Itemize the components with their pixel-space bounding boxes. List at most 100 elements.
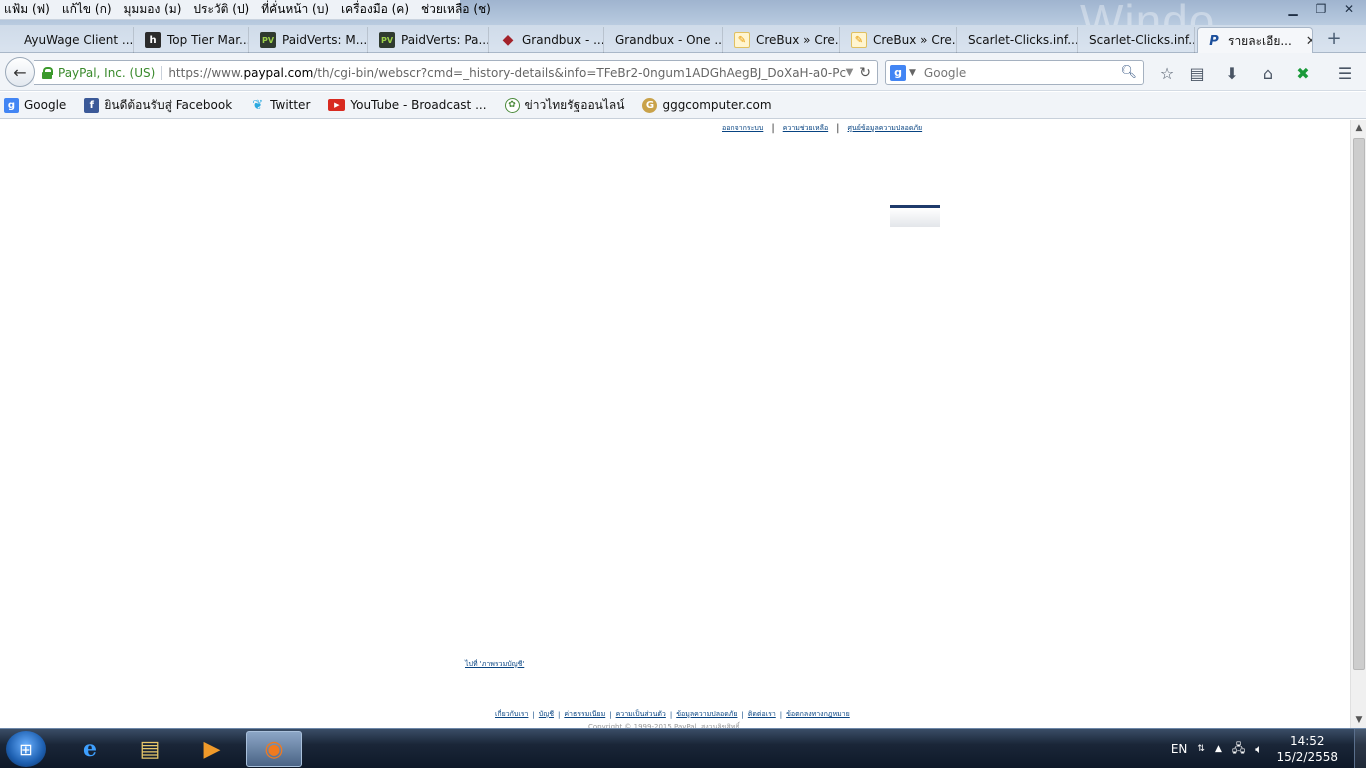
menu-history[interactable]: ประวัติ (ป) bbox=[193, 0, 249, 19]
scroll-up-arrow-icon[interactable]: ▲ bbox=[1351, 120, 1366, 136]
footer-legal-link[interactable]: ข้อตกลงทางกฎหมาย bbox=[786, 709, 850, 720]
google-search-engine-icon[interactable]: g bbox=[890, 64, 906, 81]
thairath-icon: ✿ bbox=[504, 97, 520, 113]
url-text[interactable]: https://www.paypal.com/th/cgi-bin/webscr… bbox=[168, 66, 845, 80]
network-icon[interactable]: 🖧︎ bbox=[1232, 739, 1245, 760]
footer-security-link[interactable]: ข้อมูลความปลอดภัย bbox=[676, 709, 737, 720]
tab-paidverts-1[interactable]: PV PaidVerts: M... bbox=[252, 27, 368, 53]
tab-grandbux-2[interactable]: Grandbux - One ... bbox=[607, 27, 723, 53]
help-link[interactable]: ความช่วยเหลือ bbox=[783, 123, 828, 134]
paypal-icon: P bbox=[1209, 33, 1219, 49]
menu-hamburger-icon[interactable]: ☰ bbox=[1334, 63, 1356, 83]
footer-account-link[interactable]: บัญชี bbox=[539, 709, 554, 720]
page-content: ออกจากระบบ | ความช่วยเหลือ | ศูนย์ข้อมูล… bbox=[0, 120, 1350, 731]
bookmark-label: Google bbox=[24, 98, 67, 112]
account-overview-link[interactable]: ไปที่ 'ภาพรวมบัญชี' bbox=[465, 659, 524, 670]
tab-crebux-2[interactable]: ✎ CreBux » Cre... bbox=[843, 27, 957, 53]
site-identity[interactable]: PayPal, Inc. (US) bbox=[58, 65, 163, 80]
tab-label: CreBux » Cre... bbox=[873, 33, 957, 47]
bookmark-gggcomputer[interactable]: G gggcomputer.com bbox=[642, 97, 772, 113]
navigation-toolbar: PayPal, Inc. (US) https://www.paypal.com… bbox=[0, 53, 1366, 91]
tab-grandbux-1[interactable]: ◆ Grandbux - ... bbox=[492, 27, 604, 53]
back-arrow-icon: ← bbox=[13, 62, 27, 82]
bookmark-twitter[interactable]: ❦ Twitter bbox=[250, 98, 310, 113]
firefox-icon[interactable]: ◉ bbox=[246, 731, 302, 767]
tab-paypal-active[interactable]: P รายละเอีย... ✕ bbox=[1197, 27, 1313, 54]
minimize-button[interactable]: ▁ bbox=[1280, 0, 1306, 18]
chevron-down-icon[interactable]: ▼ bbox=[846, 67, 854, 78]
search-input[interactable] bbox=[923, 65, 1121, 80]
volume-icon[interactable]: 🔈︎ bbox=[1255, 742, 1262, 757]
vertical-scrollbar[interactable]: ▲ ▼ bbox=[1350, 120, 1366, 728]
tab-crebux-1[interactable]: ✎ CreBux » Cre... bbox=[726, 27, 840, 53]
bookmark-label: ยินดีต้อนรับสู่ Facebook bbox=[104, 97, 233, 112]
menu-bar: แฟ้ม (ฟ) แก้ไข (ก) มุมมอง (ม) ประวัติ (ป… bbox=[0, 0, 491, 20]
bookmark-label: gggcomputer.com bbox=[662, 98, 772, 112]
toptier-icon: h bbox=[145, 32, 161, 48]
menu-help[interactable]: ช่วยเหลือ (ช) bbox=[421, 0, 491, 19]
footer-contact-link[interactable]: ติดต่อเรา bbox=[748, 709, 776, 720]
bookmark-thairath[interactable]: ✿ ข่าวไทยรัฐออนไลน์ bbox=[504, 96, 625, 115]
tab-label: Scarlet-Clicks.inf... bbox=[1089, 33, 1195, 47]
header-links: ออกจากระบบ | ความช่วยเหลือ | ศูนย์ข้อมูล… bbox=[722, 123, 922, 134]
footer-about-link[interactable]: เกี่ยวกับเรา bbox=[495, 709, 528, 720]
addon-x-icon[interactable]: ✖ bbox=[1292, 63, 1314, 83]
footer-fees-link[interactable]: ค่าธรรมเนียม bbox=[564, 709, 605, 720]
media-player-icon[interactable]: ▶ bbox=[184, 731, 240, 767]
divider: | bbox=[741, 710, 744, 719]
menu-bookmarks[interactable]: ที่คั่นหน้า (บ) bbox=[261, 0, 329, 19]
grandbux-diamond-icon: ◆ bbox=[502, 32, 514, 48]
reading-list-icon[interactable]: ▤ bbox=[1186, 63, 1208, 83]
new-tab-button[interactable]: + bbox=[1324, 27, 1344, 49]
bookmark-star-icon[interactable]: ☆ bbox=[1156, 63, 1178, 83]
tab-label: Scarlet-Clicks.inf... bbox=[968, 33, 1078, 47]
window-titlebar: Windo แฟ้ม (ฟ) แก้ไข (ก) มุมมอง (ม) ประว… bbox=[0, 0, 1366, 47]
facebook-icon: f bbox=[84, 97, 100, 113]
url-path: /th/cgi-bin/webscr?cmd=_history-details&… bbox=[313, 65, 846, 80]
bookmarks-toolbar: g Google f ยินดีต้อนรับสู่ Facebook ❦ Tw… bbox=[0, 92, 1366, 119]
divider: | bbox=[557, 710, 561, 719]
reload-icon[interactable]: ↻ bbox=[859, 65, 871, 81]
back-button[interactable]: ← bbox=[5, 57, 35, 87]
menu-file[interactable]: แฟ้ม (ฟ) bbox=[4, 0, 50, 19]
tab-paidverts-2[interactable]: PV PaidVerts: Pa... bbox=[371, 27, 489, 53]
internet-explorer-icon[interactable]: e bbox=[62, 731, 118, 767]
chevron-down-icon[interactable]: ▼ bbox=[909, 68, 916, 78]
scroll-down-arrow-icon[interactable]: ▼ bbox=[1351, 712, 1366, 728]
file-explorer-icon[interactable]: ▤ bbox=[122, 731, 178, 767]
security-center-link[interactable]: ศูนย์ข้อมูลความปลอดภัย bbox=[848, 123, 923, 134]
keyboard-arrows-icon[interactable]: ⇅ bbox=[1197, 744, 1205, 754]
bookmark-google[interactable]: g Google bbox=[4, 97, 67, 113]
search-bar[interactable]: g ▼ 🔍︎ bbox=[885, 60, 1144, 85]
youtube-icon: ▶ bbox=[328, 99, 346, 111]
footer-privacy-link[interactable]: ความเป็นส่วนตัว bbox=[616, 709, 666, 720]
show-hidden-icons-icon[interactable]: ▲ bbox=[1215, 744, 1222, 754]
scroll-thumb[interactable] bbox=[1353, 138, 1365, 670]
footer-links: เกี่ยวกับเรา | บัญชี | ค่าธรรมเนียม | คว… bbox=[495, 709, 850, 720]
home-icon[interactable]: ⌂ bbox=[1257, 63, 1279, 83]
url-bar[interactable]: PayPal, Inc. (US) https://www.paypal.com… bbox=[34, 60, 878, 85]
close-window-button[interactable]: ✕ bbox=[1336, 0, 1362, 18]
start-button[interactable]: ⊞ bbox=[6, 731, 46, 767]
tab-ayuwage[interactable]: AyuWage Client ... bbox=[16, 27, 134, 53]
close-tab-icon[interactable]: ✕ bbox=[1306, 34, 1312, 49]
bookmark-facebook[interactable]: f ยินดีต้อนรับสู่ Facebook bbox=[84, 96, 232, 115]
bookmark-youtube[interactable]: ▶ YouTube - Broadcast ... bbox=[328, 98, 487, 112]
bookmark-label: ข่าวไทยรัฐออนไลน์ bbox=[524, 97, 625, 112]
menu-view[interactable]: มุมมอง (ม) bbox=[124, 0, 182, 19]
language-indicator[interactable]: EN bbox=[1171, 742, 1188, 756]
crebux-bulb-icon: ✎ bbox=[851, 32, 867, 48]
menu-tools[interactable]: เครื่องมือ (ค) bbox=[341, 0, 409, 19]
show-desktop-button[interactable] bbox=[1354, 729, 1366, 768]
tab-scarlet-2[interactable]: Scarlet-Clicks.inf... bbox=[1081, 27, 1195, 53]
download-icon[interactable]: ⬇ bbox=[1221, 63, 1243, 83]
logout-link[interactable]: ออกจากระบบ bbox=[722, 123, 763, 134]
desktop-screen: Windo แฟ้ม (ฟ) แก้ไข (ก) มุมมอง (ม) ประว… bbox=[0, 0, 1366, 768]
menu-edit[interactable]: แก้ไข (ก) bbox=[62, 0, 112, 19]
tab-top-tier[interactable]: h Top Tier Mar... bbox=[137, 27, 249, 53]
clock[interactable]: 14:52 15/2/2558 bbox=[1276, 733, 1338, 765]
restore-button[interactable]: ❐ bbox=[1308, 0, 1334, 18]
tab-scarlet-1[interactable]: Scarlet-Clicks.inf... bbox=[960, 27, 1078, 53]
bookmark-label: Twitter bbox=[270, 98, 311, 112]
search-icon[interactable]: 🔍︎ bbox=[1120, 65, 1137, 80]
